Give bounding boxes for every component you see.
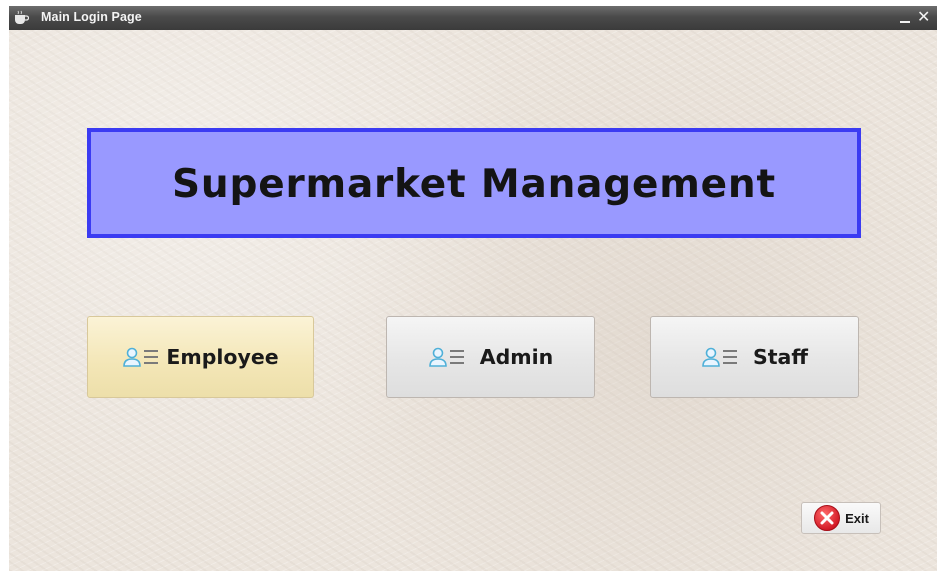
main-login-window: Main Login Page ✕ Supermarket Management… [9,6,937,571]
user-list-icon [428,347,464,367]
admin-button[interactable]: Admin [386,316,595,398]
close-button[interactable]: ✕ [915,6,935,30]
employee-button[interactable]: Employee [87,316,314,398]
staff-button[interactable]: Staff [650,316,859,398]
window-title: Main Login Page [41,10,142,24]
minimize-icon [900,21,910,23]
exit-button-label: Exit [845,510,869,526]
minimize-button[interactable] [897,6,913,30]
exit-button[interactable]: Exit [801,502,881,534]
close-icon: ✕ [917,7,931,26]
staff-button-label: Staff [752,345,808,369]
employee-button-label: Employee [166,345,279,369]
banner-title: Supermarket Management [172,161,776,207]
user-list-icon [123,347,159,367]
title-bar[interactable]: Main Login Page ✕ [9,6,937,30]
title-banner: Supermarket Management [87,128,861,238]
user-list-icon [702,347,737,367]
coffee-cup-icon [15,10,29,24]
admin-button-label: Admin [479,345,554,369]
close-circle-icon [814,505,841,531]
